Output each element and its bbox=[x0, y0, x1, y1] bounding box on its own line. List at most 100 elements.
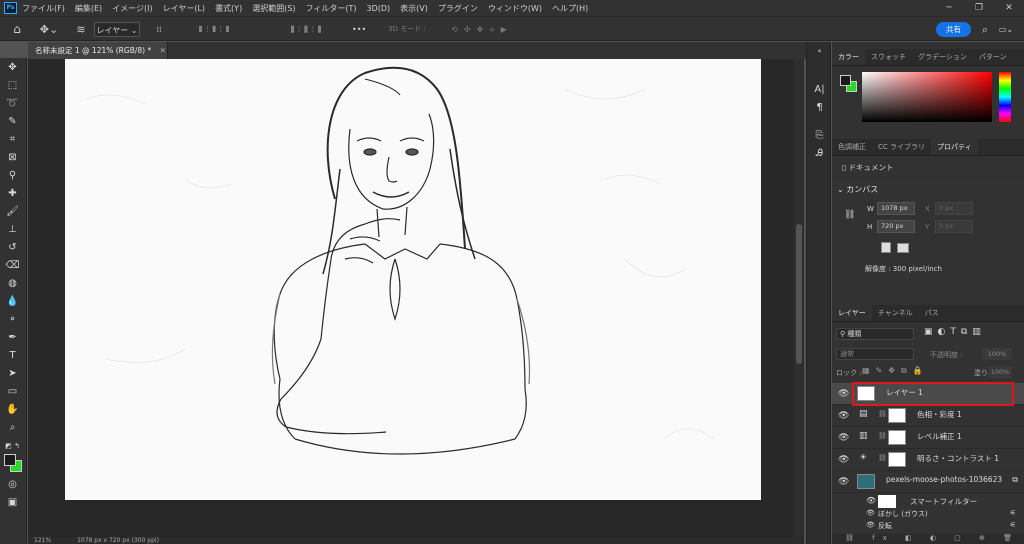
character-styles-icon[interactable]: Ꭿ bbox=[812, 146, 827, 161]
frame-tool-icon[interactable]: ⊠ bbox=[4, 151, 21, 165]
more-options-icon[interactable]: ••• bbox=[352, 22, 366, 37]
layer-row-2[interactable]: 👁 ▤ ⛓ 色相・彩度 1 bbox=[832, 405, 1024, 427]
portrait-orientation-icon[interactable] bbox=[881, 242, 891, 253]
hand-tool-icon[interactable]: ✋ bbox=[4, 403, 21, 417]
clone-stamp-tool-icon[interactable]: ⊥ bbox=[4, 223, 21, 237]
tab-gradients[interactable]: グラデーション bbox=[912, 49, 973, 65]
transform-controls-icon[interactable]: ⁞⁞ bbox=[152, 22, 166, 37]
menu-image[interactable]: イメージ(I) bbox=[112, 3, 152, 14]
layer-filter-icons[interactable]: ▣◐T⧉▥ bbox=[924, 327, 986, 337]
menu-filter[interactable]: フィルター(T) bbox=[306, 3, 357, 14]
quick-mask-icon[interactable]: ◎ bbox=[4, 478, 21, 492]
crop-tool-icon[interactable]: ⌗ bbox=[4, 133, 21, 147]
layers-bottom-toolbar[interactable]: ⛓ fx ◧ ◐ ▢ ⊕ 🗑 bbox=[832, 534, 1024, 544]
hue-slider[interactable] bbox=[999, 72, 1011, 122]
eraser-tool-icon[interactable]: ⌫ bbox=[4, 259, 21, 273]
auto-select-dropdown[interactable]: レイヤー ⌄ bbox=[94, 22, 140, 37]
tab-color[interactable]: カラー bbox=[832, 49, 865, 65]
align-icons[interactable]: ⫴⫶⫴⫶⫴ bbox=[176, 22, 256, 37]
path-select-tool-icon[interactable]: ➤ bbox=[4, 367, 21, 381]
zoom-level[interactable]: 121% bbox=[34, 537, 51, 544]
document-canvas[interactable] bbox=[65, 59, 761, 500]
visibility-eye-icon[interactable]: 👁 bbox=[866, 509, 875, 517]
close-button[interactable]: ✕ bbox=[994, 0, 1024, 16]
document-tab[interactable]: 名称未設定 1 @ 121% (RGB/8) * ✕ bbox=[28, 42, 168, 59]
healing-brush-tool-icon[interactable]: ✚ bbox=[4, 187, 21, 201]
vertical-scroll-thumb[interactable] bbox=[796, 224, 802, 364]
filter-row-invert[interactable]: 👁 反転 ⚟ bbox=[832, 521, 1024, 533]
layer-filter-dropdown[interactable]: ⚲ 種類 bbox=[836, 328, 914, 340]
lasso-tool-icon[interactable]: ➰ bbox=[4, 97, 21, 111]
distribute-icons[interactable]: ⫼⫶⫼⫶⫼ bbox=[268, 22, 348, 37]
visibility-eye-icon[interactable]: 👁 bbox=[838, 433, 849, 443]
visibility-eye-icon[interactable]: 👁 bbox=[866, 496, 876, 505]
menu-help[interactable]: ヘルプ(H) bbox=[552, 3, 588, 14]
home-icon[interactable]: ⌂ bbox=[8, 22, 26, 37]
chain-link-icon[interactable]: ⛓ bbox=[878, 432, 887, 440]
filter-row-gaussian-blur[interactable]: 👁 ぼかし (ガウス) ⚟ bbox=[832, 509, 1024, 521]
foreground-color-swatch[interactable] bbox=[4, 454, 16, 466]
opacity-field[interactable]: 100% bbox=[982, 348, 1012, 360]
share-button[interactable]: 共有 bbox=[936, 22, 971, 37]
search-icon[interactable]: ⌕ bbox=[978, 22, 992, 37]
layer-row-3[interactable]: 👁 ▥ ⛓ レベル補正 1 bbox=[832, 427, 1024, 449]
eyedropper-tool-icon[interactable]: ⚲ bbox=[4, 169, 21, 183]
move-tool-icon[interactable]: ✥⌄ bbox=[36, 22, 62, 37]
tab-cc-libraries[interactable]: CC ライブラリ bbox=[872, 139, 931, 155]
smart-filter-row[interactable]: 👁 スマートフィルター bbox=[832, 493, 1024, 510]
tab-swatches[interactable]: スウォッチ bbox=[865, 49, 912, 65]
pen-tool-icon[interactable]: ✒ bbox=[4, 331, 21, 345]
quick-select-tool-icon[interactable]: ✎ bbox=[4, 115, 21, 129]
default-colors-icon[interactable]: ◩ ↰ bbox=[4, 439, 21, 453]
marquee-tool-icon[interactable]: ⬚ bbox=[4, 79, 21, 93]
canvas-section-header[interactable]: ⌄ カンバス bbox=[837, 184, 878, 195]
menu-type[interactable]: 書式(Y) bbox=[215, 3, 242, 14]
rectangle-tool-icon[interactable]: ▭ bbox=[4, 385, 21, 399]
gradient-tool-icon[interactable]: ◍ bbox=[4, 277, 21, 291]
history-brush-tool-icon[interactable]: ↺ bbox=[4, 241, 21, 255]
visibility-eye-icon[interactable]: 👁 bbox=[866, 521, 875, 529]
layer-row-4[interactable]: 👁 ☀ ⛓ 明るさ・コントラスト 1 bbox=[832, 449, 1024, 471]
type-tool-icon[interactable]: T bbox=[4, 349, 21, 363]
brush-tool-icon[interactable]: 🖌 bbox=[4, 205, 21, 219]
visibility-eye-icon[interactable]: 👁 bbox=[838, 477, 849, 487]
layers-stack-icon[interactable]: ≋ bbox=[73, 22, 89, 37]
menu-edit[interactable]: 編集(E) bbox=[75, 3, 102, 14]
color-field[interactable] bbox=[862, 72, 992, 122]
restore-button[interactable]: ❐ bbox=[964, 0, 994, 16]
dodge-tool-icon[interactable]: ⚬ bbox=[4, 313, 21, 327]
menu-3d[interactable]: 3D(D) bbox=[367, 4, 391, 13]
vertical-scrollbar[interactable] bbox=[794, 59, 804, 537]
glyphs-panel-icon[interactable]: ⎘ bbox=[812, 128, 827, 143]
menu-plugins[interactable]: プラグイン bbox=[438, 3, 478, 14]
tab-channels[interactable]: チャンネル bbox=[872, 305, 919, 321]
paragraph-panel-icon[interactable]: ¶ bbox=[812, 100, 827, 115]
landscape-orientation-icon[interactable] bbox=[897, 243, 909, 253]
workspace-icon[interactable]: ▭⌄ bbox=[997, 22, 1015, 37]
tab-layers[interactable]: レイヤー bbox=[832, 305, 872, 321]
tab-patterns[interactable]: パターン bbox=[973, 49, 1013, 65]
layer-row-5[interactable]: 👁 pexels-moose-photos-1036623 ⧉ bbox=[832, 471, 1024, 493]
visibility-eye-icon[interactable]: 👁 bbox=[838, 411, 849, 421]
filter-options-icon[interactable]: ⚟ bbox=[1010, 509, 1016, 517]
chain-link-icon[interactable]: ⛓ bbox=[878, 410, 887, 418]
height-field[interactable]: 720 px bbox=[877, 220, 915, 233]
width-field[interactable]: 1078 px bbox=[877, 202, 915, 215]
color-foreground-swatch[interactable] bbox=[840, 75, 851, 86]
visibility-eye-icon[interactable]: 👁 bbox=[838, 389, 849, 399]
tab-adjustments[interactable]: 色調補正 bbox=[832, 139, 872, 155]
menu-window[interactable]: ウィンドウ(W) bbox=[488, 3, 542, 14]
lock-icons[interactable]: ▦✎✥⧉🔒 bbox=[862, 366, 929, 376]
chain-link-icon[interactable]: ⛓ bbox=[878, 454, 887, 462]
menu-select[interactable]: 選択範囲(S) bbox=[252, 3, 295, 14]
menu-file[interactable]: ファイル(F) bbox=[22, 3, 65, 14]
visibility-eye-icon[interactable]: 👁 bbox=[838, 455, 849, 465]
blend-mode-dropdown[interactable]: 通常 bbox=[836, 348, 914, 360]
tab-paths[interactable]: パス bbox=[919, 305, 945, 321]
screen-mode-icon[interactable]: ▣ bbox=[4, 496, 21, 510]
menu-layer[interactable]: レイヤー(L) bbox=[163, 3, 205, 14]
zoom-tool-icon[interactable]: ⌕ bbox=[4, 421, 21, 435]
menu-view[interactable]: 表示(V) bbox=[400, 3, 428, 14]
move-tool-icon[interactable]: ✥ bbox=[4, 61, 21, 75]
blur-tool-icon[interactable]: 💧 bbox=[4, 295, 21, 309]
